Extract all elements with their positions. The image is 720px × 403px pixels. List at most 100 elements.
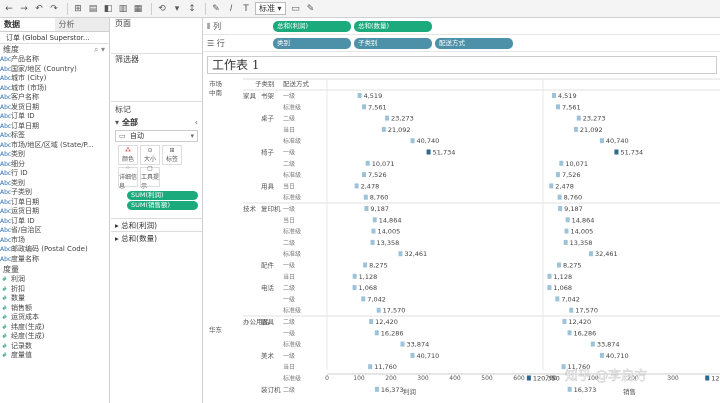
- shelves: ⦀ 列 总和(利润) 总和(数量) ☰ 行 类别 子类别 配送方式: [203, 18, 720, 52]
- shipmode-label: 标准级: [283, 137, 301, 145]
- data-label: 8,275: [369, 262, 388, 270]
- dimension-field[interactable]: Abc 类别: [0, 179, 109, 189]
- field-type-icon: #: [1, 276, 8, 283]
- dimension-field[interactable]: Abc 标签: [0, 131, 109, 141]
- marks-section-quantity[interactable]: ▸ 总和(数量): [111, 231, 202, 244]
- dimension-field[interactable]: Abc 订单日期: [0, 122, 109, 132]
- column-pill-profit[interactable]: 总和(利润): [273, 20, 351, 32]
- toolbar-button-13[interactable]: 𝑙: [225, 2, 237, 16]
- toolbar-button-6[interactable]: ◧: [102, 2, 114, 16]
- row-pill-subcategory[interactable]: 子类别: [354, 37, 432, 49]
- marks-pill-profit[interactable]: SUM(利润): [127, 191, 198, 200]
- measure-field[interactable]: # 度量值: [0, 351, 109, 361]
- toolbar-button-4[interactable]: ⊞: [72, 2, 84, 16]
- shipmode-label: 一级: [283, 205, 295, 213]
- dimension-field[interactable]: Abc 订单日期: [0, 198, 109, 208]
- bar-mark: [614, 149, 619, 155]
- tab-data[interactable]: 数据: [0, 18, 55, 31]
- field-label: 经度(生成): [11, 332, 45, 340]
- color-button[interactable]: ⁂ 颜色: [118, 145, 138, 165]
- dimension-field[interactable]: Abc 子类别: [0, 188, 109, 198]
- toolbar-button-9[interactable]: ⟲: [156, 2, 168, 16]
- subcategory-label: 美术: [261, 351, 275, 360]
- datasource-name[interactable]: 订单 (Global Superstor...: [0, 32, 109, 44]
- dimension-field[interactable]: Abc 类别: [0, 150, 109, 160]
- size-button[interactable]: ⊙ 大小: [140, 145, 160, 165]
- measure-field[interactable]: # 经度(生成): [0, 332, 109, 342]
- column-pill-quantity[interactable]: 总和(数量): [354, 20, 432, 32]
- data-label: 14,005: [377, 228, 400, 236]
- marks-pill-sales[interactable]: SUM(销售额): [127, 201, 198, 210]
- dimension-field[interactable]: Abc 市场/地区/区域 (State/P...: [0, 141, 109, 151]
- field-type-icon: #: [1, 304, 8, 312]
- mark-type-select[interactable]: ▭ 自动 ▾: [115, 130, 198, 142]
- dimension-field[interactable]: Abc 客户名称: [0, 93, 109, 103]
- toolbar-button-7[interactable]: ▥: [117, 2, 129, 16]
- bar-mark: [558, 206, 563, 211]
- axis-tick-label: 200: [385, 375, 397, 382]
- dimension-field[interactable]: Abc 订单 ID: [0, 112, 109, 122]
- tooltip-button[interactable]: ▢ 工具提示: [140, 165, 160, 190]
- dimension-field[interactable]: Abc 邮政编码 (Postal Code): [0, 245, 109, 255]
- toolbar-separator: [67, 2, 68, 15]
- dimension-field[interactable]: Abc 省/自治区: [0, 226, 109, 236]
- dimension-field[interactable]: Abc 度量名称: [0, 255, 109, 265]
- toolbar-button-8[interactable]: ▦: [132, 2, 144, 16]
- toolbar-button-12[interactable]: ✎: [210, 2, 222, 16]
- toolbar-button-16[interactable]: ✎: [305, 2, 317, 16]
- dimension-field[interactable]: Abc 市场: [0, 236, 109, 246]
- toolbar-button-2[interactable]: ↶: [33, 2, 45, 16]
- shipmode-label: 二级: [283, 386, 295, 394]
- data-label: 2,478: [555, 182, 574, 190]
- subcategory-label: 装订机: [261, 385, 281, 394]
- bar-mark: [368, 364, 373, 370]
- measure-field[interactable]: # 数量: [0, 294, 109, 304]
- measure-field[interactable]: # 折扣: [0, 285, 109, 295]
- columns-shelf[interactable]: ⦀ 列 总和(利润) 总和(数量): [203, 18, 720, 35]
- fit-select[interactable]: 标准 ▾: [255, 2, 286, 15]
- dimension-field[interactable]: Abc 运货日期: [0, 207, 109, 217]
- toolbar-button-0[interactable]: ←: [3, 2, 15, 16]
- measure-field[interactable]: # 利润: [0, 275, 109, 285]
- subcategory-label: 椅子: [261, 148, 275, 157]
- toolbar-button-11[interactable]: ↕: [186, 2, 198, 16]
- toolbar-button-10[interactable]: ▾: [171, 2, 183, 16]
- measure-field[interactable]: # 记录数: [0, 342, 109, 352]
- dimension-field[interactable]: Abc 发货日期: [0, 103, 109, 113]
- bar-mark: [371, 228, 376, 234]
- marks-section-profit[interactable]: ▸ 总和(利润): [111, 218, 202, 231]
- detail-button[interactable]: ⁘ 详细信息: [118, 165, 138, 190]
- label-button[interactable]: ⊞ 标签: [162, 145, 182, 165]
- toolbar-button-14[interactable]: T: [240, 2, 252, 16]
- field-type-icon: Abc: [0, 141, 12, 149]
- measure-field[interactable]: # 销售额: [0, 304, 109, 314]
- field-label: 子类别: [11, 188, 32, 196]
- dimension-field[interactable]: Abc 行 ID: [0, 169, 109, 179]
- measure-field[interactable]: # 运货成本: [0, 313, 109, 323]
- row-pill-shipmode[interactable]: 配送方式: [435, 37, 513, 49]
- toolbar-button-15[interactable]: ▭: [290, 2, 302, 16]
- dimension-field[interactable]: Abc 产品名称: [0, 55, 109, 65]
- toolbar-button-3[interactable]: ↷: [48, 2, 60, 16]
- dimension-field[interactable]: Abc 城市 (City): [0, 74, 109, 84]
- columns-shelf-label: ⦀ 列: [207, 21, 222, 31]
- field-label: 细分: [11, 159, 25, 168]
- data-label: 40,710: [416, 352, 439, 360]
- toolbar-button-1[interactable]: →: [18, 2, 30, 16]
- marks-all[interactable]: 全部: [122, 117, 138, 128]
- row-pill-category[interactable]: 类别: [273, 37, 351, 49]
- dimension-field[interactable]: Abc 国家/地区 (Country): [0, 65, 109, 75]
- toolbar-button-5[interactable]: ▤: [87, 2, 99, 16]
- dimension-field[interactable]: Abc 城市 (市场): [0, 84, 109, 94]
- rows-shelf[interactable]: ☰ 行 类别 子类别 配送方式: [203, 35, 720, 52]
- dimensions-header: 维度 ⌕ ▾: [3, 45, 105, 54]
- dimension-field[interactable]: Abc 订单 ID: [0, 217, 109, 227]
- region-label: 华东: [209, 325, 223, 334]
- bar-mark: [565, 217, 570, 223]
- field-type-icon: #: [1, 342, 8, 350]
- measure-field[interactable]: # 纬度(生成): [0, 323, 109, 333]
- tab-analysis[interactable]: 分析: [54, 18, 109, 31]
- dimension-field[interactable]: Abc 细分: [0, 160, 109, 170]
- subcategory-label: 用具: [261, 182, 275, 190]
- field-label: 度量值: [11, 351, 32, 359]
